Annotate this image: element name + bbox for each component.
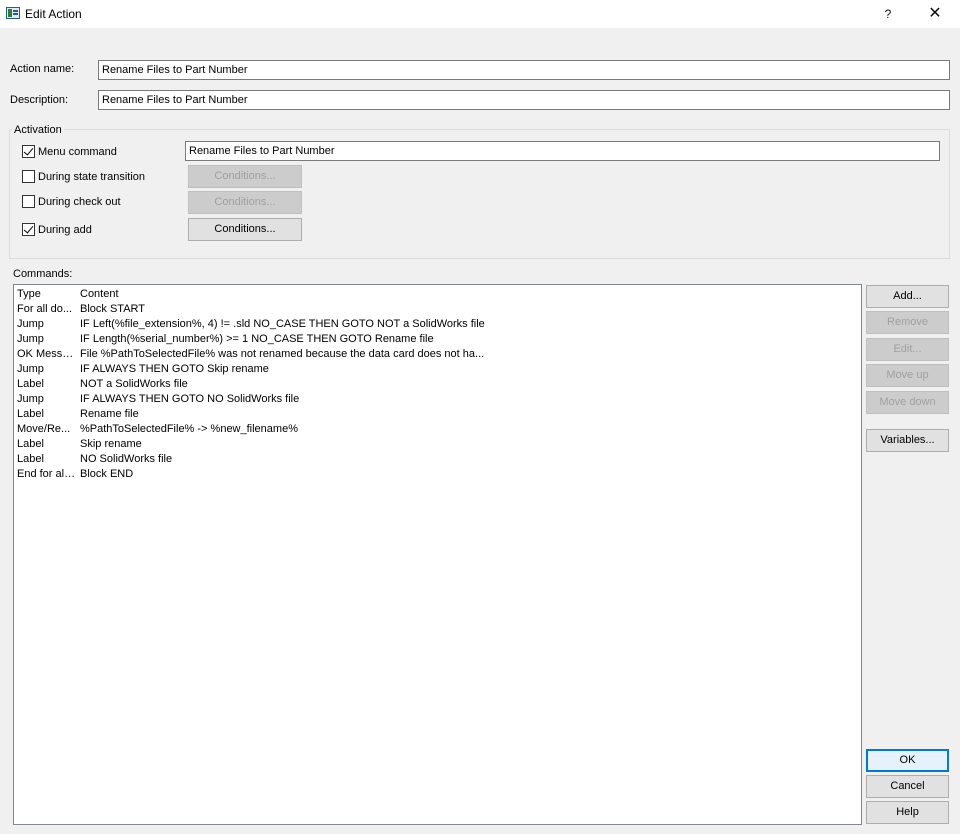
command-type-cell: Jump (17, 393, 44, 405)
table-row[interactable]: Move/Re... %PathToSelectedFile% -> %new_f… (14, 422, 861, 437)
description-input[interactable]: Rename Files to Part Number (98, 90, 950, 110)
command-type-cell: Jump (17, 333, 44, 345)
ok-button[interactable]: OK (866, 749, 949, 772)
commands-list-header: Type Content (14, 286, 494, 302)
menu-command-checkbox[interactable] (22, 145, 35, 158)
command-content-cell: NOT a SolidWorks file (80, 378, 188, 390)
menu-command-label: Menu command (38, 145, 117, 158)
check-out-label: During check out (38, 195, 121, 208)
command-type-cell: Label (17, 378, 44, 390)
command-content-cell: IF Left(%file_extension%, 4) != .sld NO_… (80, 318, 485, 330)
close-icon[interactable]: ✕ (920, 4, 950, 24)
during-add-conditions-button[interactable]: Conditions... (188, 218, 302, 241)
command-type-cell: OK Messa... (17, 348, 77, 360)
commands-caption: Commands: (13, 268, 73, 280)
table-row[interactable]: Jump IF ALWAYS THEN GOTO Skip rename (14, 362, 861, 377)
commands-list-rows: For all do... Block START Jump IF Left(%fil… (14, 302, 861, 482)
command-content-cell: NO SolidWorks file (80, 453, 173, 465)
table-row[interactable]: Label NO SolidWorks file (14, 452, 861, 467)
table-row[interactable]: Label NOT a SolidWorks file (14, 377, 861, 392)
edit-button[interactable]: Edit... (866, 338, 949, 361)
action-name-label: Action name: (10, 63, 75, 75)
command-type-cell: Label (17, 438, 44, 450)
table-row[interactable]: Jump IF ALWAYS THEN GOTO NO SolidWorks fi… (14, 392, 861, 407)
command-content-cell: File %PathToSelectedFile% was not rename… (80, 348, 485, 360)
command-type-cell: Move/Re... (17, 423, 71, 435)
state-transition-conditions-button[interactable]: Conditions... (188, 165, 302, 188)
command-type-cell: End for all ... (17, 468, 77, 480)
check-out-checkbox[interactable] (22, 195, 35, 208)
command-type-cell: Jump (17, 363, 44, 375)
commands-list[interactable]: Type Content For all do... Block START Jum… (13, 284, 862, 825)
move-up-button[interactable]: Move up (866, 364, 949, 387)
variables-button[interactable]: Variables... (866, 429, 949, 452)
column-header-content[interactable]: Content (77, 286, 494, 302)
window-title: Edit Action (25, 7, 82, 21)
command-content-cell: Skip rename (80, 438, 142, 450)
during-add-checkbox-row[interactable]: During add (22, 223, 92, 236)
column-header-type[interactable]: Type (14, 286, 77, 302)
table-row[interactable]: Label Rename file (14, 407, 861, 422)
remove-button[interactable]: Remove (866, 311, 949, 334)
table-row[interactable]: Label Skip rename (14, 437, 861, 452)
cancel-button[interactable]: Cancel (866, 775, 949, 798)
table-row[interactable]: Jump IF Length(%serial_number%) >= 1 NO_C… (14, 332, 861, 347)
command-content-cell: Block END (80, 468, 134, 480)
table-row[interactable]: Jump IF Left(%file_extension%, 4) != .sld… (14, 317, 861, 332)
menu-command-checkbox-row[interactable]: Menu command (22, 145, 117, 158)
activation-caption: Activation (12, 124, 64, 136)
command-content-cell: IF Length(%serial_number%) >= 1 NO_CASE … (80, 333, 434, 345)
state-transition-checkbox-row[interactable]: During state transition (22, 170, 145, 183)
add-button[interactable]: Add... (866, 285, 949, 308)
command-content-cell: IF ALWAYS THEN GOTO Skip rename (80, 363, 269, 375)
check-out-checkbox-row[interactable]: During check out (22, 195, 121, 208)
command-type-cell: Jump (17, 318, 44, 330)
command-type-cell: For all do... (17, 303, 73, 315)
help-button[interactable]: Help (866, 801, 949, 824)
state-transition-label: During state transition (38, 170, 145, 183)
table-row[interactable]: OK Messa... File %PathToSelectedFile% was… (14, 347, 861, 362)
during-add-label: During add (38, 223, 92, 236)
description-label: Description: (10, 94, 69, 106)
command-type-cell: Label (17, 408, 44, 420)
title-bar: Edit Action ? ✕ (0, 0, 960, 28)
move-down-button[interactable]: Move down (866, 391, 949, 414)
command-content-cell: %PathToSelectedFile% -> %new_filename% (80, 423, 298, 435)
command-content-cell: Block START (80, 303, 145, 315)
check-out-conditions-button[interactable]: Conditions... (188, 191, 302, 214)
command-content-cell: Rename file (80, 408, 139, 420)
during-add-checkbox[interactable] (22, 223, 35, 236)
state-transition-checkbox[interactable] (22, 170, 35, 183)
app-icon (6, 7, 20, 19)
command-content-cell: IF ALWAYS THEN GOTO NO SolidWorks file (80, 393, 300, 405)
help-icon[interactable]: ? (873, 4, 903, 24)
command-type-cell: Label (17, 453, 44, 465)
action-name-input[interactable]: Rename Files to Part Number (98, 60, 950, 80)
table-row[interactable]: End for all ... Block END (14, 467, 861, 482)
menu-command-input[interactable]: Rename Files to Part Number (185, 141, 940, 161)
table-row[interactable]: For all do... Block START (14, 302, 861, 317)
